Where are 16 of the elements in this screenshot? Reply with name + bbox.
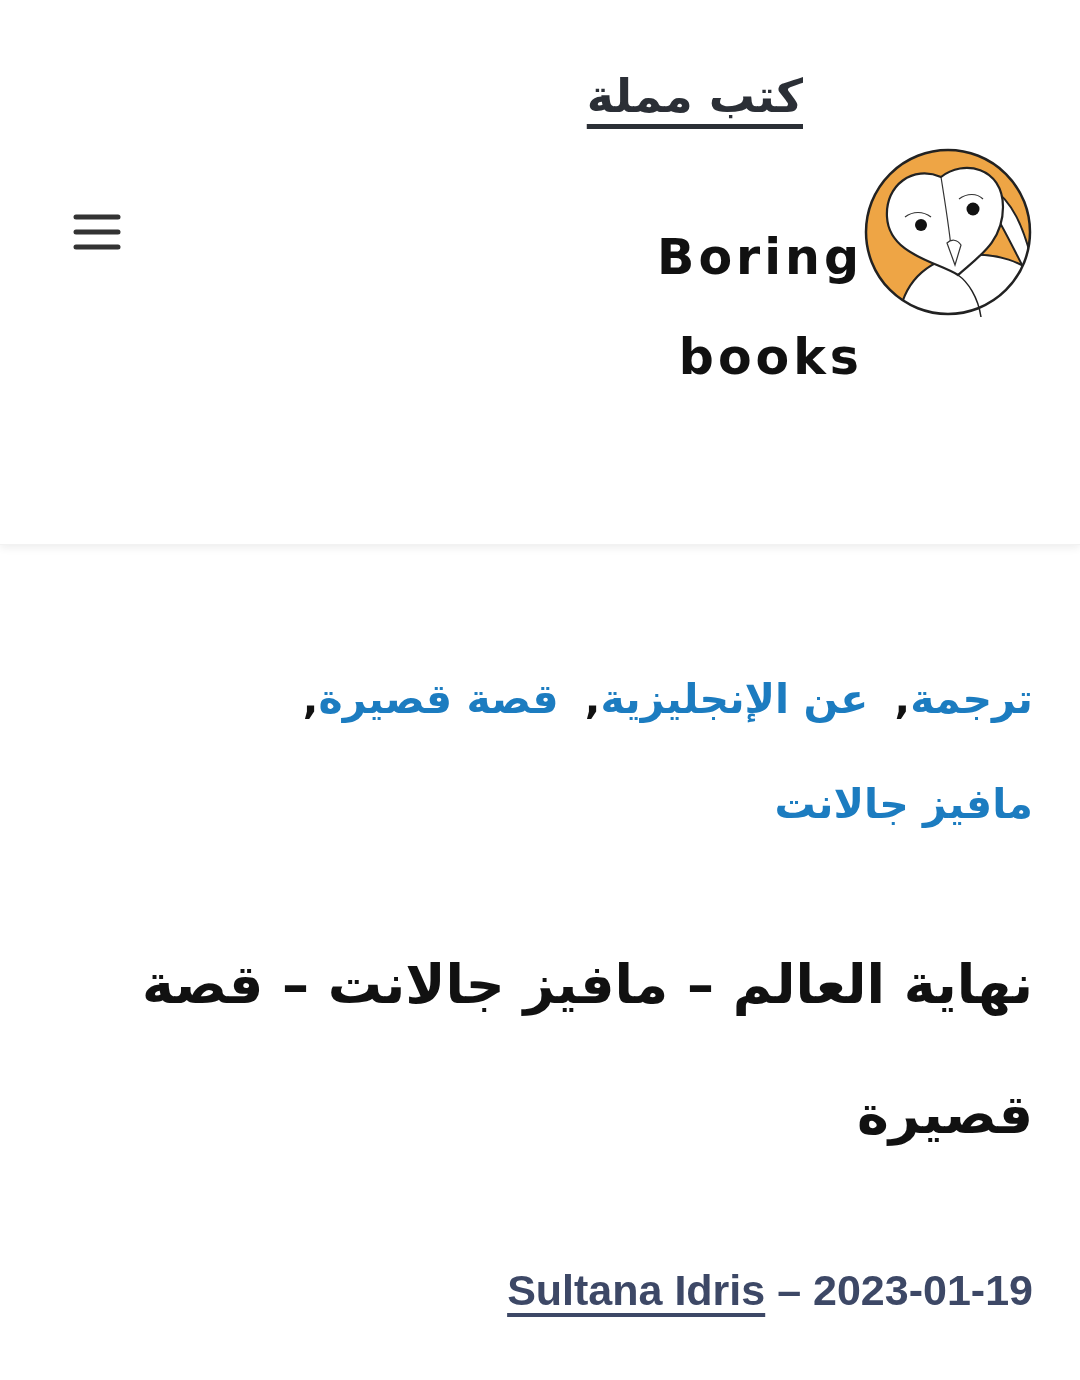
category-link[interactable]: ترجمة (910, 675, 1033, 723)
meta-separator: – (777, 1266, 802, 1314)
category-link[interactable]: مافيز جالانت (774, 780, 1033, 828)
category-link[interactable]: عن الإنجليزية (600, 675, 869, 723)
menu-icon (73, 214, 121, 250)
owl-logo-icon (863, 147, 1033, 317)
post-title: نهاية العالم – مافيز جالانت – قصة قصيرة (140, 952, 1033, 1148)
site-title-link[interactable]: كتب مملة (586, 69, 803, 125)
category-link[interactable]: قصة قصيرة (318, 675, 559, 723)
category-separator: , (302, 675, 319, 723)
author-link[interactable]: Sultana Idris (507, 1266, 766, 1314)
site-description: Boring books (656, 228, 863, 388)
post-date: 2023-01-19 (813, 1266, 1033, 1314)
menu-button[interactable] (73, 214, 121, 250)
category-separator: , (584, 675, 601, 723)
category-separator: , (894, 675, 911, 723)
